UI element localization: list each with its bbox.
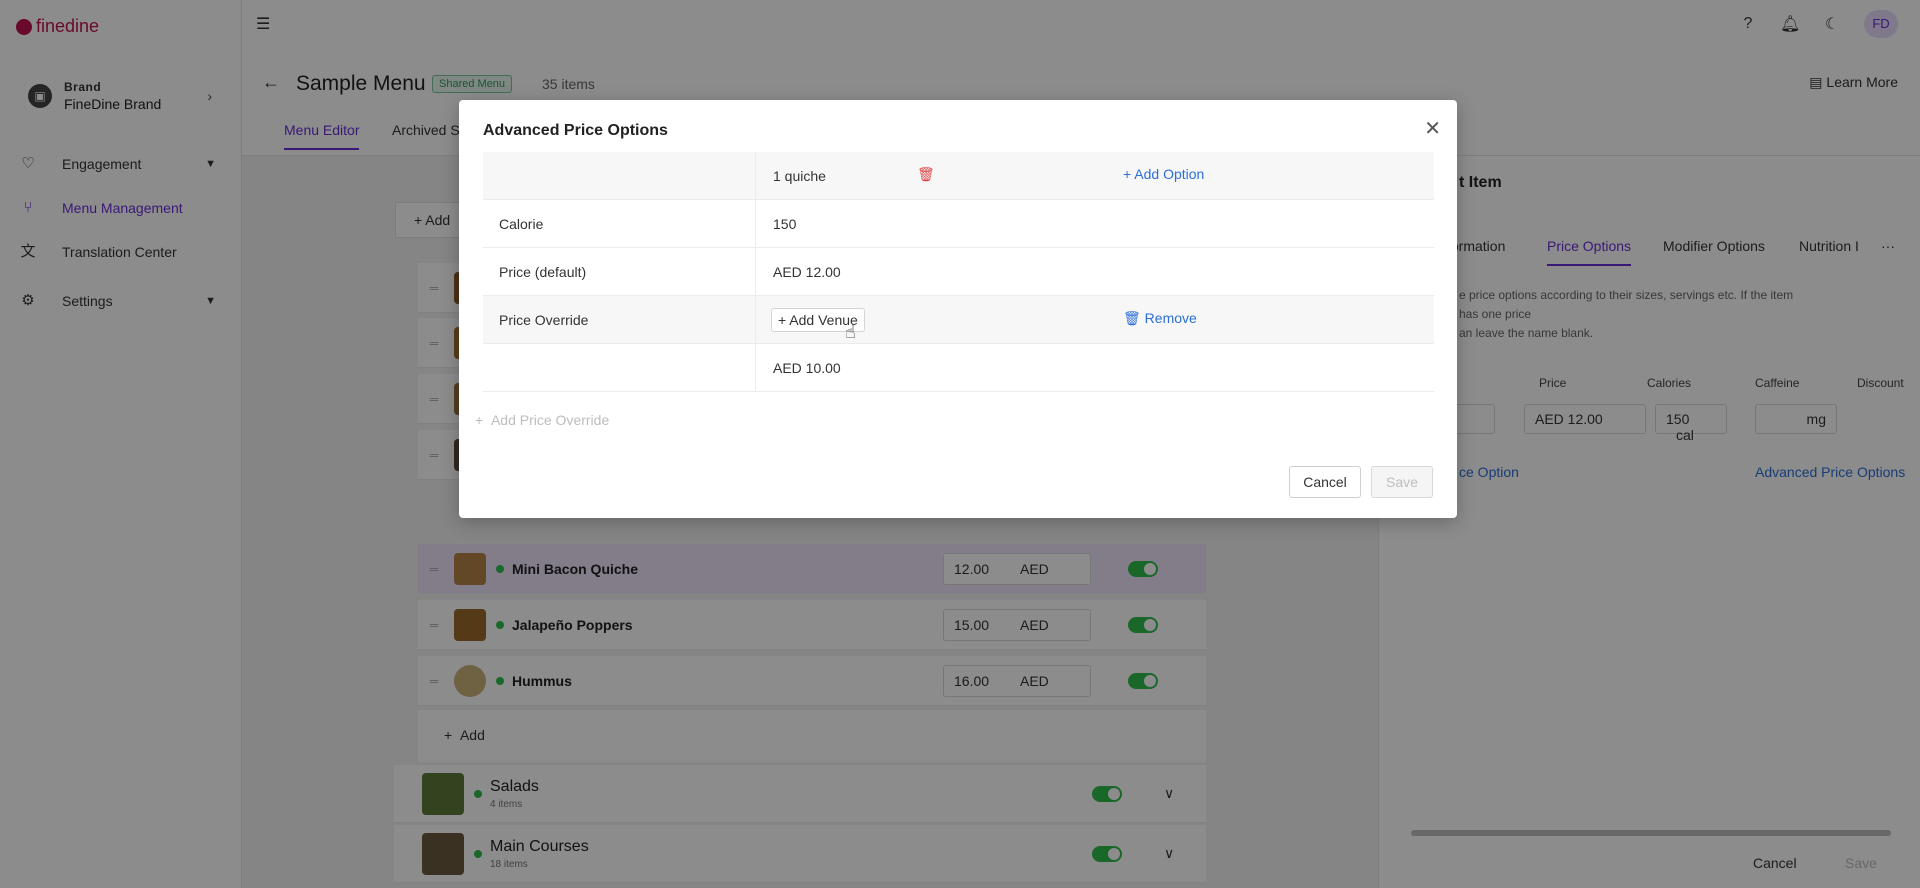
calorie-row: Calorie 150 [483,200,1434,248]
override-price-value[interactable]: AED 10.00 [773,360,841,376]
advanced-price-options-dialog: Advanced Price Options ✕ 1 quiche 🗑︎ + A… [459,100,1457,518]
row-label: Price Override [499,312,589,328]
cancel-button[interactable]: Cancel [1289,466,1361,498]
row-label: Calorie [499,216,544,232]
row-label: Price (default) [499,264,587,280]
trash-icon[interactable]: 🗑︎ [917,166,935,183]
dialog-title: Advanced Price Options [483,122,668,139]
add-price-override-button[interactable]: + Add Price Override [475,412,609,428]
save-button[interactable]: Save [1371,466,1433,498]
close-icon[interactable]: ✕ [1424,116,1441,141]
option-header-row: 1 quiche 🗑︎ + Add Option [483,152,1434,200]
add-price-override-label: Add Price Override [490,412,610,428]
price-override-row: Price Override + Add Venue 🗑︎ Remove [483,296,1434,344]
default-price-row: Price (default) AED 12.00 [483,248,1434,296]
default-price-value[interactable]: AED 12.00 [773,264,841,280]
mouse-pointer-icon: ☝ [845,322,856,342]
override-price-row: AED 10.00 [483,344,1434,392]
add-option-label: Add Option [1134,166,1205,182]
remove-label: Remove [1144,310,1197,326]
option-name[interactable]: 1 quiche [773,168,826,184]
add-option-button[interactable]: + Add Option [1123,166,1204,182]
remove-override-button[interactable]: 🗑︎ Remove [1123,310,1197,327]
calorie-value[interactable]: 150 [773,216,796,232]
